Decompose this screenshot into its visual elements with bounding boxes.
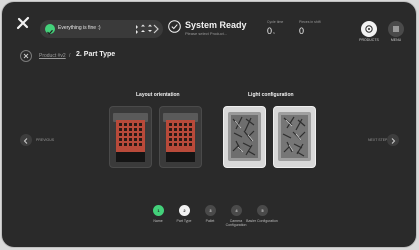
pallet-red-image <box>113 113 148 162</box>
step-3[interactable]: 3 <box>205 205 216 216</box>
light-option-2[interactable] <box>273 106 316 168</box>
app-logo-icon <box>16 16 30 30</box>
light-section-title: Light configuration <box>248 92 294 98</box>
products-label: PRODUCTS <box>359 38 379 42</box>
previous-button[interactable] <box>20 134 32 146</box>
page-title: 2. Part Type <box>76 51 116 58</box>
chevron-left-icon <box>23 138 28 144</box>
hamburger-icon <box>393 26 399 32</box>
system-status-title: System Ready <box>185 20 247 30</box>
step-3-number: 3 <box>209 208 212 213</box>
cycle-time-label: Cycle time <box>267 20 284 24</box>
previous-label: PREVIOUS <box>36 138 55 142</box>
cycle-time-number: 0 <box>267 26 273 36</box>
layout-option-1[interactable] <box>109 106 152 168</box>
step-4[interactable]: 4 <box>231 205 242 216</box>
layout-option-2[interactable] <box>159 106 202 168</box>
layout-section-title: Layout orientation <box>136 92 180 98</box>
bin-screws-alt-image <box>278 112 311 161</box>
next-button[interactable] <box>387 134 399 146</box>
chevron-right-icon[interactable] <box>153 24 159 34</box>
pieces-value: 0 <box>299 26 305 36</box>
cycle-time-value: 0s <box>267 26 275 36</box>
step-1-number: 1 <box>157 208 160 213</box>
next-label: NEXT STEP <box>368 138 388 142</box>
cycle-time-unit: s <box>273 30 276 35</box>
products-button[interactable] <box>361 21 377 37</box>
breadcrumb-link[interactable]: Product #v2 <box>39 53 66 59</box>
step-2-number: 2 <box>183 208 186 213</box>
products-icon <box>365 25 373 33</box>
step-4-number: 4 <box>235 208 238 213</box>
step-1[interactable]: 1 <box>153 205 164 216</box>
breadcrumb-separator: / <box>69 53 71 59</box>
system-status-subtitle: Please select Product... <box>185 31 228 36</box>
close-icon <box>23 53 29 59</box>
step-5-label: Basler Configuration <box>246 219 278 223</box>
step-5[interactable]: 5 <box>257 205 268 216</box>
light-option-1[interactable] <box>223 106 266 168</box>
menu-button[interactable] <box>388 21 404 37</box>
app-window: Everything is fine :) System Ready Pleas… <box>2 2 416 247</box>
step-5-number: 5 <box>261 208 264 213</box>
menu-label: MENU <box>390 38 402 42</box>
pieces-label: Pieces in shift <box>299 20 321 24</box>
status-pill[interactable]: Everything is fine :) <box>40 20 163 38</box>
status-text: Everything is fine :) <box>58 25 101 31</box>
step-2[interactable]: 2 <box>179 205 190 216</box>
pallet-red-rotated-image <box>163 113 198 162</box>
check-icon <box>45 24 55 35</box>
chevron-right-icon <box>391 138 396 144</box>
ready-check-icon <box>168 20 181 33</box>
bin-screws-image <box>228 112 261 161</box>
top-bar: Everything is fine :) System Ready Pleas… <box>2 2 416 42</box>
close-button[interactable] <box>20 50 32 62</box>
